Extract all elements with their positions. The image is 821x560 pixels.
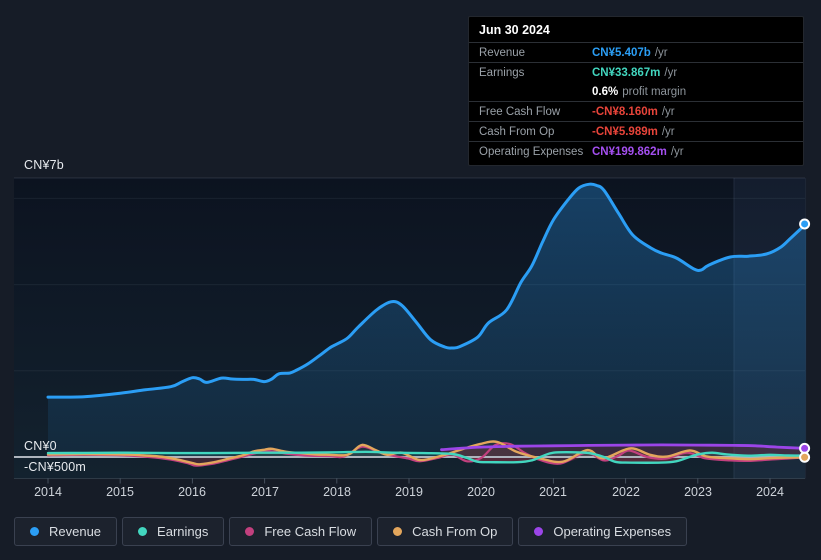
x-axis-label-2022: 2022 xyxy=(612,485,640,499)
legend-item-cash-from-op[interactable]: Cash From Op xyxy=(377,517,514,546)
tooltip-row-cash-from-op: Cash From Op -CN¥5.989m /yr xyxy=(469,121,803,141)
tooltip-row-revenue: Revenue CN¥5.407b /yr xyxy=(469,42,803,62)
financial-history-chart: CN¥7b CN¥0 -CN¥500m 2014 2015 2016 2017 … xyxy=(0,0,821,560)
y-axis-label-7b: CN¥7b xyxy=(24,158,64,172)
x-axis-label-2018: 2018 xyxy=(323,485,351,499)
operating-expenses-dot-icon xyxy=(534,527,544,536)
legend-item-free-cash-flow[interactable]: Free Cash Flow xyxy=(229,517,373,546)
operating-expenses-value: CN¥199.862m xyxy=(592,145,667,158)
x-axis-label-2024: 2024 xyxy=(756,485,784,499)
profit-margin-value: 0.6% xyxy=(592,85,619,98)
y-axis-label-neg500m: -CN¥500m xyxy=(24,460,87,474)
free-cash-flow-value: -CN¥8.160m xyxy=(592,105,658,118)
legend-label: Free Cash Flow xyxy=(264,524,357,539)
x-axis-label-2021: 2021 xyxy=(539,485,567,499)
cash-from-op-dot-icon xyxy=(393,527,403,536)
x-axis-label-2019: 2019 xyxy=(395,485,423,499)
earnings-value: CN¥33.867m xyxy=(592,66,661,79)
revenue-value: CN¥5.407b xyxy=(592,46,651,59)
y-axis-label-zero: CN¥0 xyxy=(24,439,57,453)
legend-item-earnings[interactable]: Earnings xyxy=(122,517,225,546)
x-axis-label-2016: 2016 xyxy=(178,485,206,499)
hover-tooltip-panel: Jun 30 2024 Revenue CN¥5.407b /yr Earnin… xyxy=(468,16,804,166)
earnings-dot-icon xyxy=(138,527,148,536)
tooltip-row-free-cash-flow: Free Cash Flow -CN¥8.160m /yr xyxy=(469,101,803,121)
tooltip-row-profit-margin: 0.6% profit margin xyxy=(592,85,687,98)
free-cash-flow-dot-icon xyxy=(245,527,255,536)
cash-from-op-value: -CN¥5.989m xyxy=(592,125,658,138)
legend-item-revenue[interactable]: Revenue xyxy=(14,517,118,546)
tooltip-row-earnings: Earnings CN¥33.867m /yr xyxy=(469,62,803,82)
tooltip-row-operating-expenses: Operating Expenses CN¥199.862m /yr xyxy=(469,141,803,161)
x-axis-label-2023: 2023 xyxy=(684,485,712,499)
revenue-dot-icon xyxy=(30,527,39,536)
x-axis-label-2014: 2014 xyxy=(34,485,62,499)
chart-legend: Revenue Earnings Free Cash Flow Cash Fro… xyxy=(14,517,688,546)
tooltip-date: Jun 30 2024 xyxy=(479,23,550,37)
legend-label: Operating Expenses xyxy=(553,524,672,539)
x-axis-label-2015: 2015 xyxy=(106,485,134,499)
legend-label: Earnings xyxy=(157,524,209,539)
x-axis-label-2017: 2017 xyxy=(251,485,279,499)
legend-label: Cash From Op xyxy=(412,524,498,539)
legend-label: Revenue xyxy=(49,524,102,539)
x-axis-label-2020: 2020 xyxy=(467,485,495,499)
legend-item-operating-expenses[interactable]: Operating Expenses xyxy=(518,517,688,546)
